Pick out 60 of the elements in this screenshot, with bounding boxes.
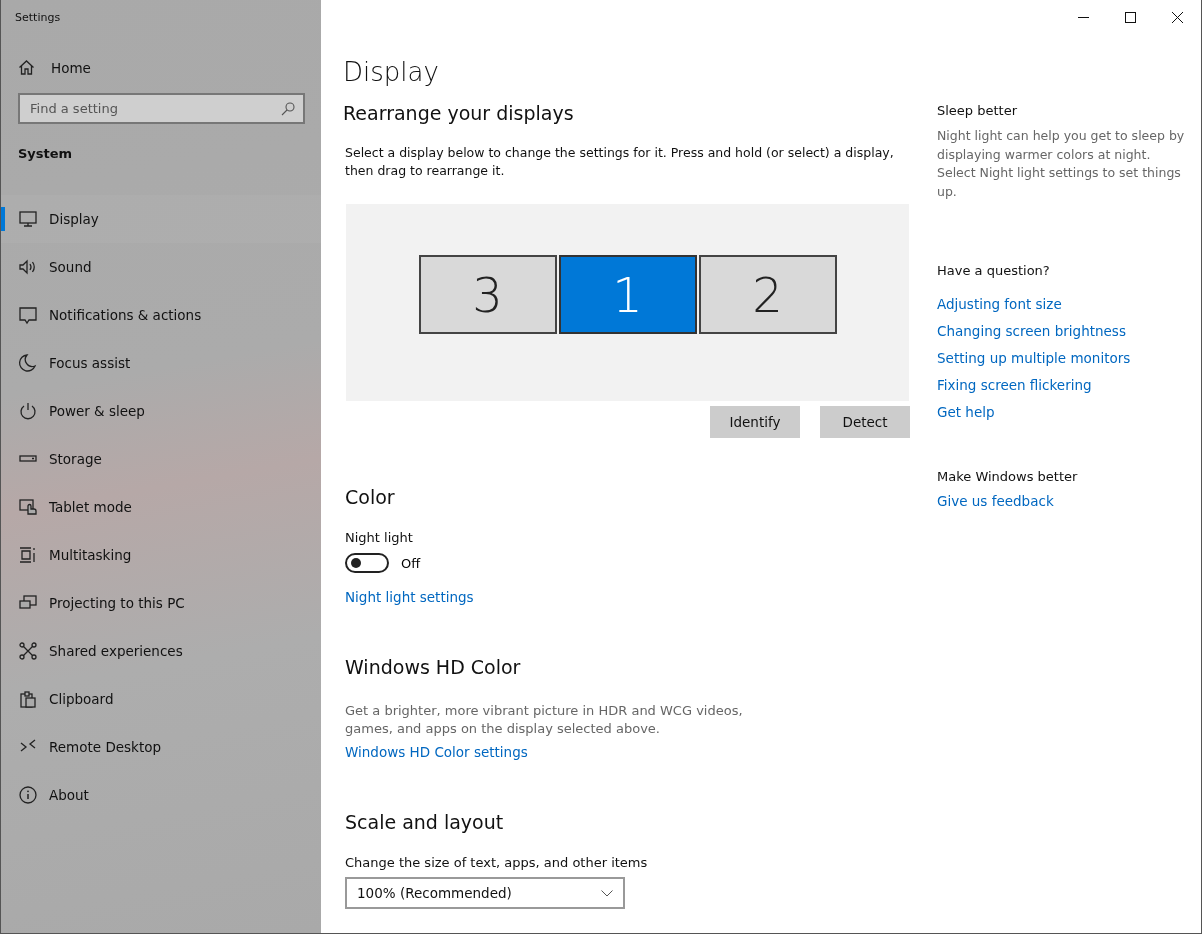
search-icon — [281, 102, 295, 116]
nav-icon — [18, 545, 38, 565]
chevron-down-icon — [601, 889, 613, 897]
window-title: Settings — [14, 10, 62, 26]
section-heading: Scale and layout — [345, 811, 505, 833]
aside-text: Night light can help you get to sleep by displaying warmer colors at night. Select Night light settings to set things up. — [937, 127, 1186, 201]
description-text: Get a brighter, more vibrant picture in HDR and WCG videos, games, and apps on the display selected above. — [345, 702, 744, 738]
nav-item[interactable]: Notifications & actions — [1, 291, 321, 339]
nav-item[interactable]: Focus assist — [1, 339, 321, 387]
help-link[interactable]: Setting up multiple monitors — [937, 349, 1187, 368]
scale-dropdown[interactable]: 100% (Recommended) — [345, 877, 625, 909]
nav-icon — [18, 785, 38, 805]
help-link[interactable]: Changing screen brightness — [937, 322, 1187, 341]
section-heading: Rearrange your displays — [343, 102, 575, 124]
nav-icon — [18, 209, 38, 229]
action-button[interactable]: Detect — [820, 406, 910, 438]
settings-link[interactable]: Windows HD Color settings — [345, 744, 528, 760]
aside-heading: Have a question? — [937, 263, 1051, 278]
description-text: Select a display below to change the settings for it. Press and hold (or select) a display, then drag to rearrange it. — [345, 144, 895, 180]
nav-item[interactable]: Projecting to this PC — [1, 579, 321, 627]
section-heading: Windows HD Color — [345, 656, 522, 678]
display-tile[interactable]: 3 — [418, 255, 557, 334]
section-heading: System — [18, 146, 74, 161]
nav-icon — [18, 641, 38, 661]
nav-icon — [18, 305, 38, 325]
nav-item[interactable]: Multitasking — [1, 531, 321, 579]
nav-item[interactable]: Remote Desktop — [1, 723, 321, 771]
nav-item[interactable]: Shared experiences — [1, 627, 321, 675]
nav-item[interactable]: Sound — [1, 243, 321, 291]
close-icon[interactable] — [1172, 11, 1183, 23]
toggle-state-text: Off — [401, 555, 421, 571]
nav-icon — [18, 401, 38, 421]
nav-icon — [18, 257, 38, 277]
nav-item[interactable]: Clipboard — [1, 675, 321, 723]
nav-item[interactable]: Tablet mode — [1, 483, 321, 531]
search-field[interactable]: Find a setting — [18, 93, 305, 124]
maximize-icon[interactable] — [1125, 11, 1136, 23]
nav-item[interactable]: Storage — [1, 435, 321, 483]
help-link[interactable]: Get help — [937, 403, 1187, 422]
aside-heading: Sleep better — [937, 103, 1019, 118]
aside-heading: Make Windows better — [937, 469, 1079, 484]
help-link[interactable]: Adjusting font size — [937, 295, 1187, 314]
toggle-switch[interactable] — [345, 553, 389, 573]
settings-link[interactable]: Night light settings — [345, 589, 474, 605]
setting-label: Night light — [345, 530, 414, 545]
nav-icon — [18, 353, 38, 373]
nav-icon — [18, 497, 38, 517]
help-link[interactable]: Fixing screen flickering — [937, 376, 1187, 395]
action-button[interactable]: Identify — [710, 406, 800, 438]
display-tile[interactable]: 1 — [558, 255, 697, 334]
display-tile[interactable]: 2 — [698, 255, 837, 334]
nav-icon — [18, 689, 38, 709]
feedback-link[interactable]: Give us feedback — [937, 492, 1187, 511]
page-title: Display — [343, 57, 440, 87]
nav-item[interactable]: About — [1, 771, 321, 819]
section-heading: Color — [345, 486, 396, 508]
home-icon — [18, 59, 35, 76]
nav-item[interactable]: Power & sleep — [1, 387, 321, 435]
home-nav-item[interactable]: Home — [18, 59, 91, 76]
setting-label: Change the size of text, apps, and other items — [345, 855, 649, 870]
